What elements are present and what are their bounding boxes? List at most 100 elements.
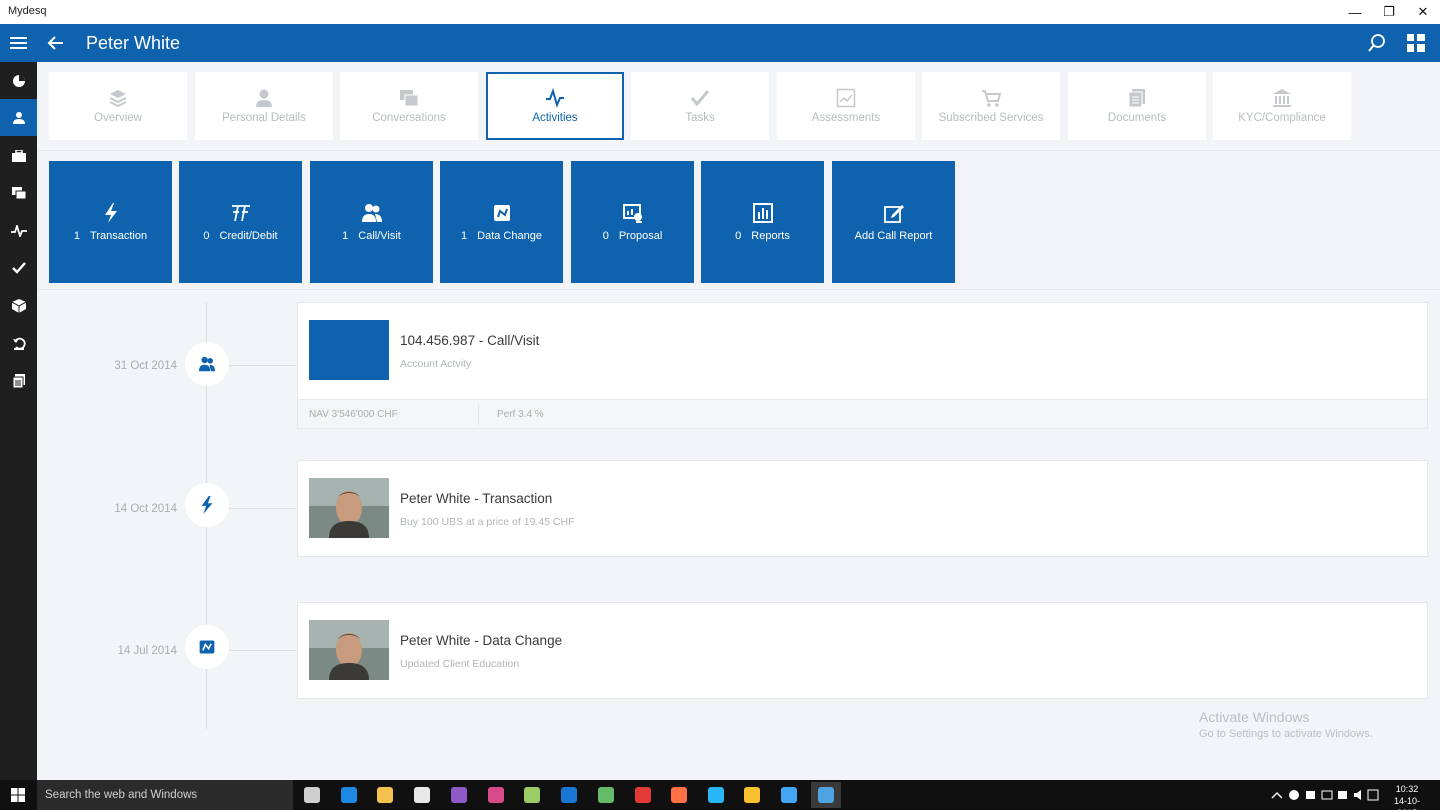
activity-card-transaction[interactable]: Peter White - Transaction Buy 100 UBS at…	[297, 460, 1428, 557]
task-view-icon[interactable]	[297, 782, 327, 808]
tile-label: Transaction	[90, 230, 148, 242]
card-title: Peter White - Data Change	[400, 633, 563, 648]
nav-value: NAV 3'546'000 CHF	[309, 409, 398, 420]
tile-transaction[interactable]: 1 Transaction	[49, 161, 172, 283]
tile-data-change[interactable]: 1 Data Change	[440, 161, 563, 283]
firefox-icon[interactable]	[664, 782, 694, 808]
chrome-icon[interactable]	[628, 782, 658, 808]
app-grid-icon[interactable]	[1407, 34, 1425, 52]
tab-overview[interactable]: Overview	[49, 72, 187, 140]
lightning-icon	[201, 496, 213, 514]
tile-label: Credit/Debit	[219, 230, 278, 242]
paint-icon-glyph	[488, 787, 504, 803]
start-button[interactable]	[0, 780, 36, 810]
hamburger-menu-icon[interactable]	[10, 37, 27, 49]
data-change-icon	[493, 205, 510, 221]
timeline-date: 14 Jul 2014	[117, 645, 177, 657]
paint-brush-icon[interactable]	[737, 782, 767, 808]
file-explorer-icon-glyph	[377, 787, 393, 803]
store-icon-glyph	[414, 787, 430, 803]
timeline-node	[185, 625, 229, 669]
mydesq-app-icon[interactable]	[811, 782, 841, 808]
internet-explorer-icon[interactable]	[774, 782, 804, 808]
photos-icon[interactable]	[591, 782, 621, 808]
conversations-icon[interactable]	[0, 174, 37, 211]
outlook-icon-glyph	[561, 787, 577, 803]
tab-label: Overview	[94, 112, 142, 124]
tile-add-call-report[interactable]: Add Call Report	[832, 161, 955, 283]
close-button[interactable]: ✕	[1406, 0, 1440, 24]
tile-count: 0	[203, 230, 210, 242]
store-icon[interactable]	[407, 782, 437, 808]
card-subtitle: Account Actvity	[400, 358, 472, 370]
system-tray-icons[interactable]	[1270, 788, 1380, 802]
timeline-node	[185, 342, 229, 386]
edit-icon	[883, 205, 904, 223]
products-icon[interactable]	[0, 287, 37, 324]
tasks-icon[interactable]	[0, 249, 37, 286]
check-icon	[690, 90, 710, 107]
restore-button[interactable]: ❐	[1372, 0, 1406, 24]
timeline-date: 31 Oct 2014	[114, 360, 177, 372]
tab-personal-details[interactable]: Personal Details	[195, 72, 333, 140]
outlook-icon[interactable]	[554, 782, 584, 808]
paint-icon[interactable]	[481, 782, 511, 808]
tab-label: KYC/Compliance	[1238, 112, 1326, 124]
tile-proposal[interactable]: 0 Proposal	[571, 161, 694, 283]
tab-assessments[interactable]: Assessments	[777, 72, 915, 140]
photos-icon-glyph	[598, 787, 614, 803]
tab-documents[interactable]: Documents	[1068, 72, 1206, 140]
dashboard-icon[interactable]	[0, 62, 37, 99]
tab-conversations[interactable]: Conversations	[340, 72, 478, 140]
tab-subscribed-services[interactable]: Subscribed Services	[922, 72, 1060, 140]
tile-reports[interactable]: 0 Reports	[701, 161, 824, 283]
pulse-icon	[546, 88, 564, 108]
visual-studio-icon[interactable]	[444, 782, 474, 808]
chat-icon	[400, 90, 419, 107]
taskbar-clock[interactable]: 10:32 14-10-2015	[1384, 783, 1430, 810]
tile-count: 1	[73, 230, 81, 242]
windows-taskbar: Search the web and Windows 10:32 14-10-2…	[0, 780, 1440, 810]
proposal-icon	[622, 204, 642, 223]
card-thumbnail	[309, 320, 389, 380]
documents-icon[interactable]	[0, 362, 37, 399]
tile-count: 0	[735, 230, 742, 242]
tab-tasks[interactable]: Tasks	[631, 72, 769, 140]
main-content: Overview Personal Details Conversations …	[37, 62, 1440, 780]
card-footer: NAV 3'546'000 CHF Perf 3.4 %	[298, 399, 1427, 428]
taskbar-search-input[interactable]: Search the web and Windows	[37, 780, 293, 810]
page-title: Peter White	[86, 33, 181, 53]
tab-kyc-compliance[interactable]: KYC/Compliance	[1213, 72, 1351, 140]
avatar	[309, 620, 389, 680]
tile-call-visit[interactable]: 1 Call/Visit	[310, 161, 433, 283]
edge-icon[interactable]	[334, 782, 364, 808]
minimize-button[interactable]: —	[1338, 0, 1372, 24]
tab-activities[interactable]: Activities	[486, 72, 624, 140]
tile-count: 0	[602, 230, 609, 242]
briefcase-icon[interactable]	[0, 137, 37, 174]
document-icon	[1128, 89, 1145, 108]
tile-label: Proposal	[618, 230, 663, 242]
activity-icon[interactable]	[0, 212, 37, 249]
tile-credit-debit[interactable]: 0 Credit/Debit	[179, 161, 302, 283]
data-change-icon	[199, 640, 215, 654]
activity-card-call-visit[interactable]: 104.456.987 - Call/Visit Account Actvity…	[297, 302, 1428, 429]
search-icon[interactable]	[1367, 33, 1387, 53]
firefox-icon-glyph	[671, 787, 687, 803]
watermark-subtitle: Go to Settings to activate Windows.	[1199, 728, 1373, 740]
reports-icon	[752, 203, 773, 223]
tab-label: Subscribed Services	[938, 112, 1044, 124]
tile-label: Call/Visit	[358, 230, 401, 242]
client-icon[interactable]	[0, 99, 37, 136]
skype-icon[interactable]	[701, 782, 731, 808]
snipping-tool-icon[interactable]	[517, 782, 547, 808]
tile-label: Data Change	[477, 230, 542, 242]
snipping-tool-icon-glyph	[524, 787, 540, 803]
navigation-rail	[0, 62, 37, 780]
edge-icon-glyph	[341, 787, 357, 803]
file-explorer-icon[interactable]	[370, 782, 400, 808]
refresh-icon[interactable]	[0, 324, 37, 361]
activate-windows-watermark: Activate Windows Go to Settings to activ…	[1199, 709, 1373, 740]
activity-card-data-change[interactable]: Peter White - Data Change Updated Client…	[297, 602, 1428, 699]
back-arrow-icon[interactable]	[46, 33, 66, 53]
